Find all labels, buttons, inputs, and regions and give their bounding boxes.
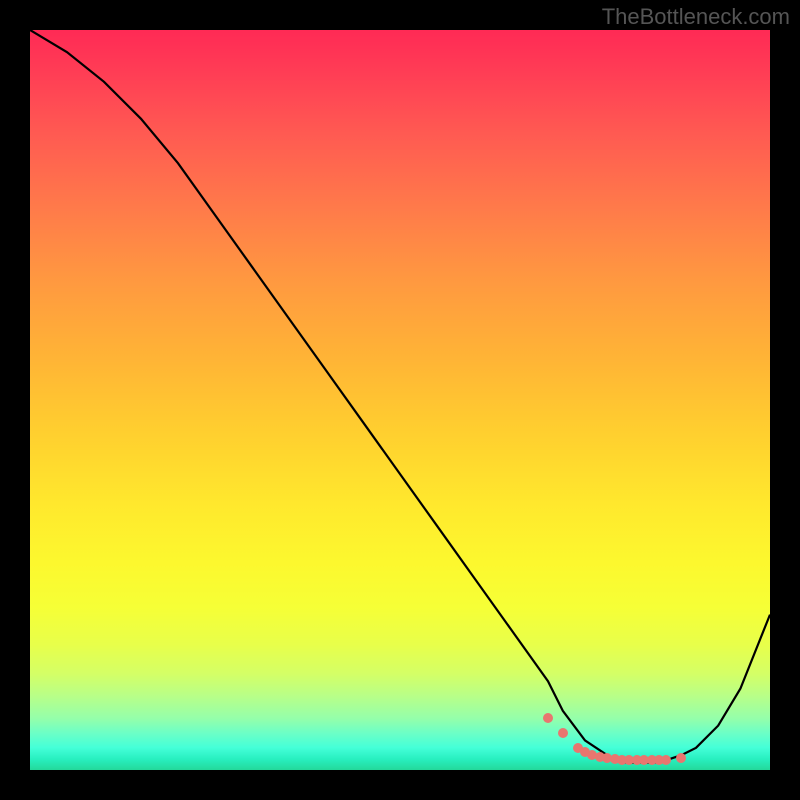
chart-plot-area bbox=[30, 30, 770, 770]
optimal-marker bbox=[543, 713, 553, 723]
watermark-text: TheBottleneck.com bbox=[602, 4, 790, 30]
optimal-marker bbox=[661, 755, 671, 765]
optimal-markers-layer bbox=[30, 30, 770, 770]
optimal-marker bbox=[676, 753, 686, 763]
optimal-marker bbox=[558, 728, 568, 738]
